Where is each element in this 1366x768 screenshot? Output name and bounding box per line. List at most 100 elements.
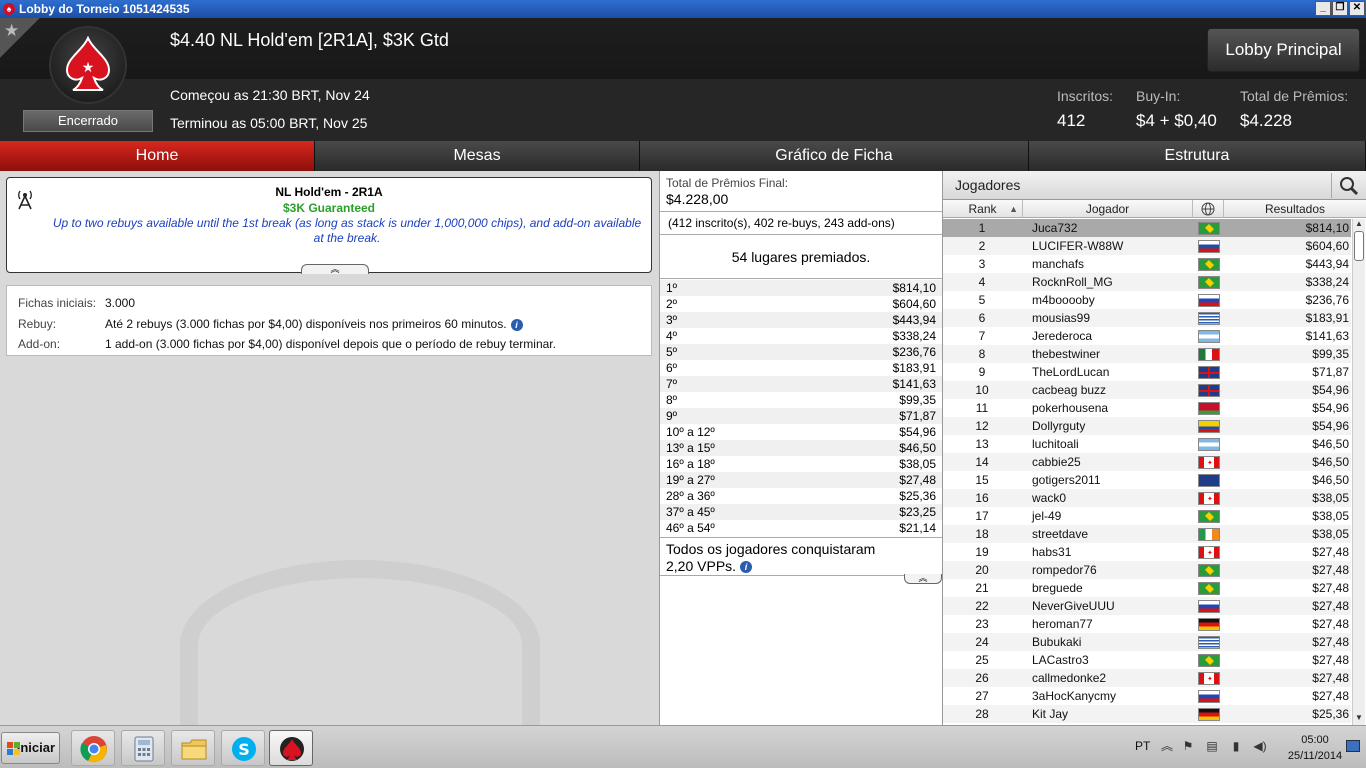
volume-icon[interactable]: ◀) xyxy=(1253,739,1267,753)
player-row[interactable]: 18 streetdave $38,05 xyxy=(943,525,1351,543)
player-rank: 15 xyxy=(975,473,989,487)
player-row[interactable]: 16 wack0 ✦ $38,05 xyxy=(943,489,1351,507)
divider xyxy=(660,211,942,212)
taskbar-skype[interactable]: S xyxy=(221,730,265,766)
canada-flag-icon: ✦ xyxy=(1198,672,1220,685)
action-center-flag-icon[interactable]: ⚑ xyxy=(1181,739,1195,753)
player-row[interactable]: 22 NeverGiveUUU $27,48 xyxy=(943,597,1351,615)
player-row[interactable]: 15 gotigers2011 $46,50 xyxy=(943,471,1351,489)
player-rank: 26 xyxy=(975,671,989,685)
taskbar-chrome[interactable] xyxy=(71,730,115,766)
player-row[interactable]: 13 luchitoali $46,50 xyxy=(943,435,1351,453)
player-row[interactable]: 10 cacbeag buzz $54,96 xyxy=(943,381,1351,399)
show-desktop-button[interactable] xyxy=(1346,740,1360,752)
addon-value: 1 add-on (3.000 fichas por $4,00) dispon… xyxy=(105,337,556,351)
payout-amount: $141,63 xyxy=(892,377,936,391)
payout-row: 6º $183,91 xyxy=(660,360,942,376)
taskbar-explorer[interactable] xyxy=(171,730,215,766)
player-row[interactable]: 17 jel-49 $38,05 xyxy=(943,507,1351,525)
player-rank: 6 xyxy=(978,311,986,325)
info-icon[interactable]: i xyxy=(510,318,523,331)
tab-structure[interactable]: Estrutura xyxy=(1029,141,1366,171)
col-results[interactable]: Resultados xyxy=(1224,200,1366,218)
search-player-button[interactable] xyxy=(1331,173,1365,198)
player-row[interactable]: 4 RocknRoll_MG $338,24 xyxy=(943,273,1351,291)
brazil-flag-icon xyxy=(1198,654,1220,667)
player-result: $46,50 xyxy=(1312,473,1349,487)
main-lobby-button[interactable]: Lobby Principal xyxy=(1207,28,1360,72)
prizepool-label: Total de Prêmios: xyxy=(1240,88,1349,104)
player-rank: 11 xyxy=(975,401,989,415)
tournament-title: $4.40 NL Hold'em [2R1A], $3K Gtd xyxy=(170,30,449,50)
player-result: $54,96 xyxy=(1312,383,1349,397)
player-name: callmedonke2 xyxy=(1032,671,1107,685)
payout-place: 28º a 36º xyxy=(666,489,715,503)
scroll-up-icon[interactable]: ▲ xyxy=(1354,219,1364,229)
vpp-info-icon[interactable]: i xyxy=(740,561,753,574)
payout-row: 9º $71,87 xyxy=(660,408,942,424)
col-rank-label: Rank xyxy=(968,202,997,216)
player-row[interactable]: 8 thebestwiner $99,35 xyxy=(943,345,1351,363)
player-row[interactable]: 11 pokerhousena $54,96 xyxy=(943,399,1351,417)
col-player[interactable]: Jogador xyxy=(1023,200,1193,218)
clock-time[interactable]: 05:00 xyxy=(1290,734,1340,746)
player-row[interactable]: 14 cabbie25 ✦ $46,50 xyxy=(943,453,1351,471)
payout-row: 5º $236,76 xyxy=(660,344,942,360)
player-row[interactable]: 20 rompedor76 $27,48 xyxy=(943,561,1351,579)
canada-flag-icon: ✦ xyxy=(1198,492,1220,505)
close-button[interactable]: ✕ xyxy=(1349,1,1365,16)
tab-home[interactable]: Home xyxy=(0,141,315,171)
tab-bar: Home Mesas Gráfico de Ficha Estrutura xyxy=(0,141,1366,171)
chrome-icon xyxy=(80,736,107,763)
col-country[interactable] xyxy=(1193,200,1224,218)
taskbar-pokerstars[interactable] xyxy=(269,730,313,766)
player-row[interactable]: 12 Dollyrguty $54,96 xyxy=(943,417,1351,435)
scroll-thumb[interactable] xyxy=(1354,231,1364,261)
tab-tables[interactable]: Mesas xyxy=(315,141,640,171)
tab-chip-graph[interactable]: Gráfico de Ficha xyxy=(640,141,1029,171)
player-row[interactable]: 7 Jerederoca $141,63 xyxy=(943,327,1351,345)
player-row[interactable]: 2 LUCIFER-W88W $604,60 xyxy=(943,237,1351,255)
player-row[interactable]: 1 Juca732 $814,10 xyxy=(943,219,1351,237)
clock-date[interactable]: 25/11/2014 xyxy=(1280,750,1350,762)
background-watermark xyxy=(180,560,540,730)
taskbar-calculator[interactable] xyxy=(121,730,165,766)
player-row[interactable]: 6 mousias99 $183,91 xyxy=(943,309,1351,327)
player-result: $54,96 xyxy=(1312,401,1349,415)
payout-place: 3º xyxy=(666,313,678,327)
start-time: Começou as 21:30 BRT, Nov 24 xyxy=(170,87,370,103)
player-row[interactable]: 28 Kit Jay $25,36 xyxy=(943,705,1351,723)
player-row[interactable]: 27 3aHocKanycmy $27,48 xyxy=(943,687,1351,705)
player-row[interactable]: 23 heroman77 $27,48 xyxy=(943,615,1351,633)
player-row[interactable]: 24 Bubukaki $27,48 xyxy=(943,633,1351,651)
player-result: $27,48 xyxy=(1312,599,1349,613)
player-row[interactable]: 19 habs31 ✦ $27,48 xyxy=(943,543,1351,561)
player-row[interactable]: 9 TheLordLucan $71,87 xyxy=(943,363,1351,381)
player-name: RocknRoll_MG xyxy=(1032,275,1113,289)
player-row[interactable]: 3 manchafs $443,94 xyxy=(943,255,1351,273)
player-result: $236,76 xyxy=(1305,293,1349,307)
player-row[interactable]: 26 callmedonke2 ✦ $27,48 xyxy=(943,669,1351,687)
collapse-prizes-button[interactable]: ︽ xyxy=(904,574,942,584)
device-icon[interactable]: ▤ xyxy=(1205,739,1219,753)
player-name: cacbeag buzz xyxy=(1032,383,1107,397)
favorite-star-icon[interactable]: ★ xyxy=(0,18,40,58)
player-rank: 23 xyxy=(975,617,989,631)
player-row[interactable]: 25 LACastro3 $27,48 xyxy=(943,651,1351,669)
player-row[interactable]: 21 breguede $27,48 xyxy=(943,579,1351,597)
show-hidden-icons[interactable]: ︽ xyxy=(1160,739,1174,753)
player-rank: 5 xyxy=(978,293,986,307)
minimize-button[interactable]: _ xyxy=(1315,1,1331,16)
maximize-button[interactable]: ❐ xyxy=(1332,1,1348,16)
scroll-down-icon[interactable]: ▼ xyxy=(1354,713,1364,723)
player-result: $27,48 xyxy=(1312,635,1349,649)
network-icon[interactable]: ▮ xyxy=(1229,739,1243,753)
player-rank: 3 xyxy=(978,257,986,271)
collapse-info-button[interactable]: ︽ xyxy=(301,264,369,274)
players-scrollbar[interactable]: ▲ ▼ xyxy=(1352,219,1365,725)
start-button[interactable]: Iniciar xyxy=(1,732,60,764)
player-row[interactable]: 5 m4booooby $236,76 xyxy=(943,291,1351,309)
payout-place: 46º a 54º xyxy=(666,521,715,535)
col-rank[interactable]: Rank ▲ xyxy=(943,200,1023,218)
language-indicator[interactable]: PT xyxy=(1135,739,1150,753)
